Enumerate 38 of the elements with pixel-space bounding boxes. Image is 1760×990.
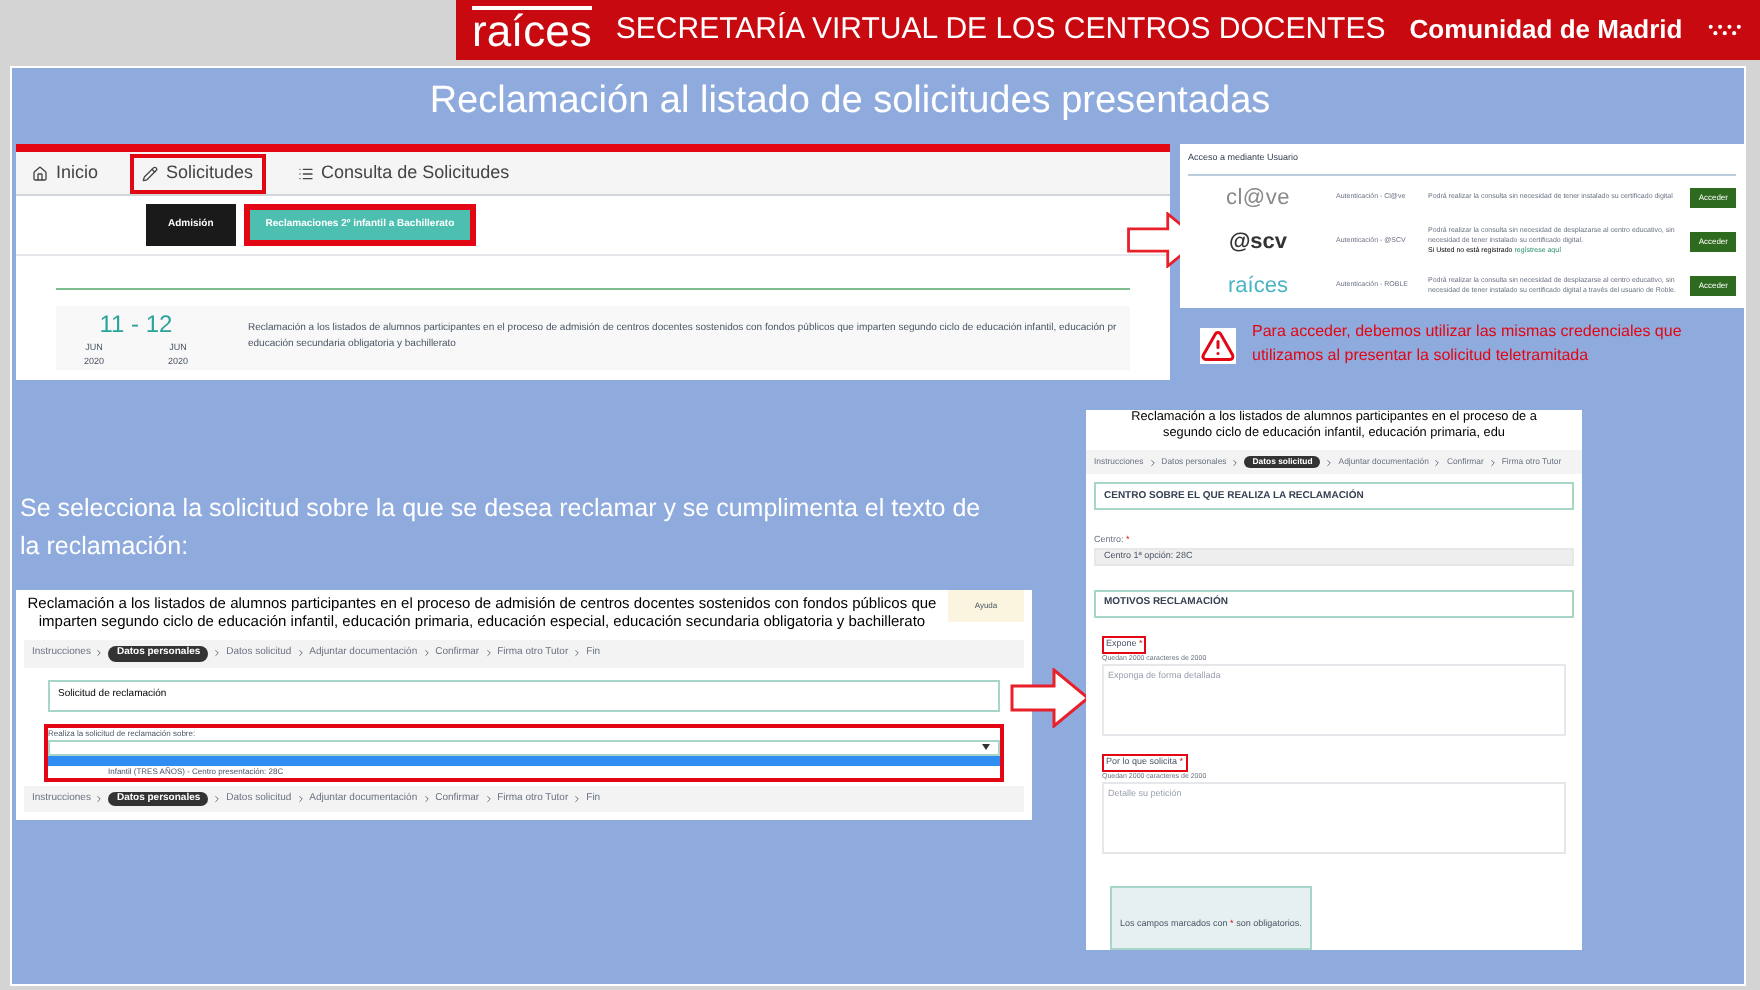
chevron-icon xyxy=(483,793,494,804)
chevron-icon xyxy=(1487,457,1498,468)
chevron-icon xyxy=(572,648,583,659)
nav-tab[interactable]: Solicitudes xyxy=(130,153,266,193)
logo: @scv xyxy=(1226,227,1290,258)
nav-tab[interactable]: Consulta de Solicitudes xyxy=(289,153,518,193)
logo: raíces xyxy=(1226,271,1290,302)
chevron-icon xyxy=(1230,457,1241,468)
chevron-icon xyxy=(1147,457,1158,468)
date-range: 11 - 12 xyxy=(99,308,173,342)
caret-icon xyxy=(982,744,990,750)
chevron-icon xyxy=(212,793,223,804)
chevron-icon xyxy=(295,648,306,659)
chevron-icon xyxy=(483,648,494,659)
chevron-icon xyxy=(572,793,583,804)
chevron-icon xyxy=(1432,457,1443,468)
slide-title: Reclamación al listado de solicitudes presentadas xyxy=(427,78,1273,126)
warning-text: Para acceder, debemos utilizar las mismas credenciales que utilizamos al presentar la solicitud teletramitada xyxy=(1252,320,1684,368)
chevron-icon xyxy=(421,648,432,659)
header-title: SECRETARÍA VIRTUAL DE LOS CENTROS DOCENTES xyxy=(615,9,1386,50)
chevron-icon xyxy=(94,793,105,804)
chevron-icon xyxy=(94,648,105,659)
instruction-text: Se selecciona la solicitud sobre la que se desea reclamar y se cumplimenta el texto de la reclamación: xyxy=(20,492,983,564)
pencil-icon xyxy=(142,165,159,181)
nav-tab[interactable]: Inicio xyxy=(24,153,107,193)
highlighted-option[interactable] xyxy=(48,755,1000,765)
select-field[interactable] xyxy=(48,739,1000,755)
list-icon xyxy=(297,165,314,181)
region-name: Comunidad de Madrid xyxy=(1409,12,1683,49)
chevron-icon xyxy=(421,793,432,804)
chevron-icon xyxy=(1324,457,1335,468)
stars-icon xyxy=(1706,20,1744,40)
logo: cl@ve xyxy=(1223,183,1293,214)
chevron-icon xyxy=(295,793,306,804)
home-icon xyxy=(32,165,48,181)
logo: raíces xyxy=(472,6,592,54)
warning-icon xyxy=(1200,328,1236,364)
chevron-icon xyxy=(212,648,223,659)
